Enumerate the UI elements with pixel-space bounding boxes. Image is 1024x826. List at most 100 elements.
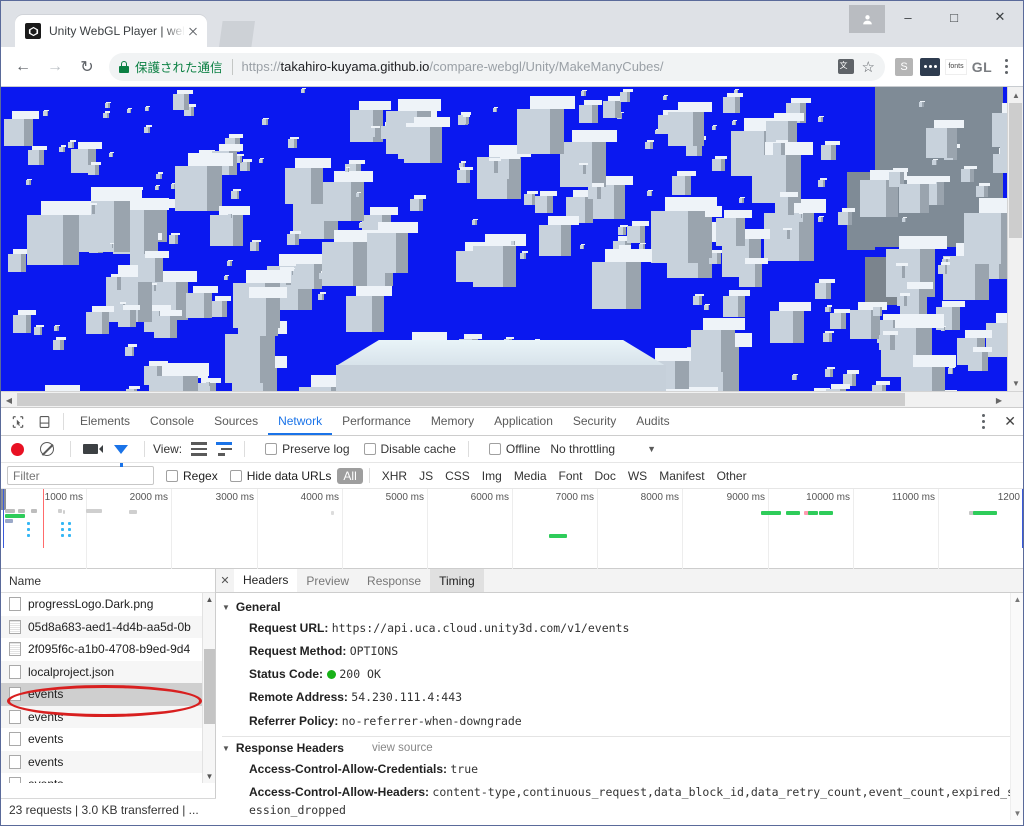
kebab-menu-icon[interactable] [995, 59, 1017, 74]
devtools-tab-memory[interactable]: Memory [421, 408, 484, 435]
devtools-tab-elements[interactable]: Elements [70, 408, 140, 435]
more-tools-icon[interactable] [972, 414, 994, 429]
scroll-up-arrow[interactable]: ▲ [1008, 87, 1023, 103]
table-row[interactable]: events [1, 683, 215, 706]
throttling-value[interactable]: No throttling [550, 442, 615, 456]
response-headers-section-header[interactable]: ▼ Response Headers view source [216, 739, 1023, 757]
requests-scroll-down-icon[interactable]: ▼ [203, 770, 215, 783]
preserve-log-checkbox[interactable] [265, 443, 278, 455]
profile-avatar-icon[interactable] [849, 5, 885, 33]
requests-column-header[interactable]: Name [1, 569, 215, 593]
address-bar[interactable]: 保護された通信 https://takahiro-kuyama.github.i… [109, 52, 885, 81]
requests-scroll-thumb[interactable] [204, 649, 215, 724]
inspect-element-icon[interactable] [5, 409, 31, 435]
requests-scrollbar[interactable]: ▲ ▼ [202, 593, 215, 783]
requests-scroll-up-icon[interactable]: ▲ [203, 593, 215, 606]
webgl-canvas[interactable]: ▲ ▼ ◀ ▶ [1, 87, 1023, 407]
close-window-button[interactable]: ✕ [977, 1, 1023, 33]
detail-scrollbar[interactable]: ▲ ▼ [1010, 593, 1023, 820]
table-row[interactable]: events [1, 705, 215, 728]
devtools-tab-console[interactable]: Console [140, 408, 204, 435]
throttling-caret-icon[interactable]: ▼ [647, 444, 656, 454]
filter-input[interactable] [7, 466, 154, 485]
waterfall-view-icon[interactable] [216, 442, 233, 456]
extension-gl-icon[interactable]: GL [971, 56, 993, 78]
filter-type-doc[interactable]: Doc [589, 468, 622, 484]
devtools-tab-audits[interactable]: Audits [626, 408, 679, 435]
detail-tab-headers[interactable]: Headers [234, 569, 298, 592]
table-row[interactable]: events [1, 773, 215, 783]
offline-option[interactable]: Offline [488, 442, 540, 456]
tab-close-icon[interactable] [185, 23, 201, 39]
maximize-button[interactable]: □ [931, 1, 977, 33]
filter-type-css[interactable]: CSS [439, 468, 476, 484]
collapse-triangle-icon[interactable]: ▼ [222, 603, 230, 612]
filter-type-xhr[interactable]: XHR [376, 468, 413, 484]
devtools-tab-security[interactable]: Security [563, 408, 626, 435]
detail-tab-response[interactable]: Response [358, 569, 430, 592]
detail-close-icon[interactable]: ✕ [216, 569, 234, 592]
general-section-header[interactable]: ▼ General [216, 598, 1023, 616]
requests-list[interactable]: progressLogo.Dark.png 05d8a683-aed1-4d4b-… [1, 593, 215, 783]
scroll-down-arrow[interactable]: ▼ [1008, 375, 1023, 391]
page-vertical-scrollbar[interactable]: ▲ ▼ [1007, 87, 1023, 407]
network-overview-timeline[interactable]: 1000 ms 2000 ms 3000 ms 4000 ms 5000 ms 6000 … [1, 489, 1023, 569]
new-tab-button[interactable] [219, 21, 255, 47]
detail-scroll-down-icon[interactable]: ▼ [1011, 807, 1023, 820]
detail-scroll-up-icon[interactable]: ▲ [1011, 593, 1023, 606]
reload-button[interactable]: ↻ [73, 53, 101, 81]
extension-s-icon[interactable]: S [893, 56, 915, 78]
hide-data-urls-option[interactable]: Hide data URLs [229, 469, 331, 483]
extension-dots-icon[interactable] [919, 56, 941, 78]
filter-type-ws[interactable]: WS [622, 468, 653, 484]
translate-icon[interactable] [837, 59, 854, 74]
disable-cache-option[interactable]: Disable cache [363, 442, 456, 456]
offline-checkbox[interactable] [488, 443, 501, 455]
devtools-tab-network[interactable]: Network [268, 408, 333, 435]
preserve-log-option[interactable]: Preserve log [265, 442, 350, 456]
bookmark-star-icon[interactable]: ☆ [862, 58, 875, 76]
filter-type-manifest[interactable]: Manifest [653, 468, 710, 484]
clear-button[interactable] [40, 442, 54, 456]
regex-option[interactable]: Regex [166, 469, 218, 483]
devtools-tab-application[interactable]: Application [484, 408, 563, 435]
scroll-left-arrow[interactable]: ◀ [1, 392, 17, 407]
toggle-device-toolbar-icon[interactable] [31, 409, 57, 435]
table-row[interactable]: 05d8a683-aed1-4d4b-aa5d-0b [1, 615, 215, 638]
table-row[interactable]: progressLogo.Dark.png [1, 593, 215, 616]
filter-type-media[interactable]: Media [508, 468, 553, 484]
disable-cache-checkbox[interactable] [363, 443, 376, 455]
filter-funnel-icon[interactable] [114, 444, 128, 467]
hide-data-urls-checkbox[interactable] [229, 469, 242, 482]
devtools-tab-sources[interactable]: Sources [204, 408, 268, 435]
detail-tab-timing[interactable]: Timing [430, 569, 484, 592]
extension-fonts-icon[interactable]: fonts [945, 56, 967, 78]
headers-content[interactable]: ▼ General Request URL: https://api.uca.c… [216, 593, 1023, 820]
filter-type-other[interactable]: Other [711, 468, 753, 484]
view-source-link[interactable]: view source [372, 742, 433, 754]
table-row[interactable]: 2f095f6c-a1b0-4708-b9ed-9d4 [1, 638, 215, 661]
filter-type-font[interactable]: Font [553, 468, 589, 484]
page-horizontal-scrollbar[interactable]: ◀ ▶ [1, 391, 1023, 407]
collapse-triangle-icon[interactable]: ▼ [222, 744, 230, 753]
scroll-right-arrow[interactable]: ▶ [991, 392, 1007, 407]
devtools-close-icon[interactable]: ✕ [1004, 413, 1016, 430]
filter-type-js[interactable]: JS [413, 468, 439, 484]
table-row[interactable]: events [1, 750, 215, 773]
browser-tab[interactable]: Unity WebGL Player | wel [15, 15, 207, 47]
regex-checkbox[interactable] [166, 469, 178, 482]
devtools-tab-performance[interactable]: Performance [332, 408, 421, 435]
detail-tab-preview[interactable]: Preview [297, 569, 358, 592]
vertical-scroll-thumb[interactable] [1009, 103, 1022, 238]
table-row[interactable]: localproject.json [1, 660, 215, 683]
capture-screenshots-icon[interactable] [83, 444, 103, 454]
cube [926, 120, 965, 159]
record-button[interactable] [11, 442, 24, 456]
table-row[interactable]: events [1, 728, 215, 751]
minimize-button[interactable]: – [885, 1, 931, 33]
list-view-icon[interactable] [191, 442, 208, 456]
back-button[interactable]: ← [9, 53, 37, 81]
filter-type-img[interactable]: Img [476, 468, 508, 484]
horizontal-scroll-thumb[interactable] [17, 393, 905, 406]
filter-type-all[interactable]: All [337, 467, 363, 484]
